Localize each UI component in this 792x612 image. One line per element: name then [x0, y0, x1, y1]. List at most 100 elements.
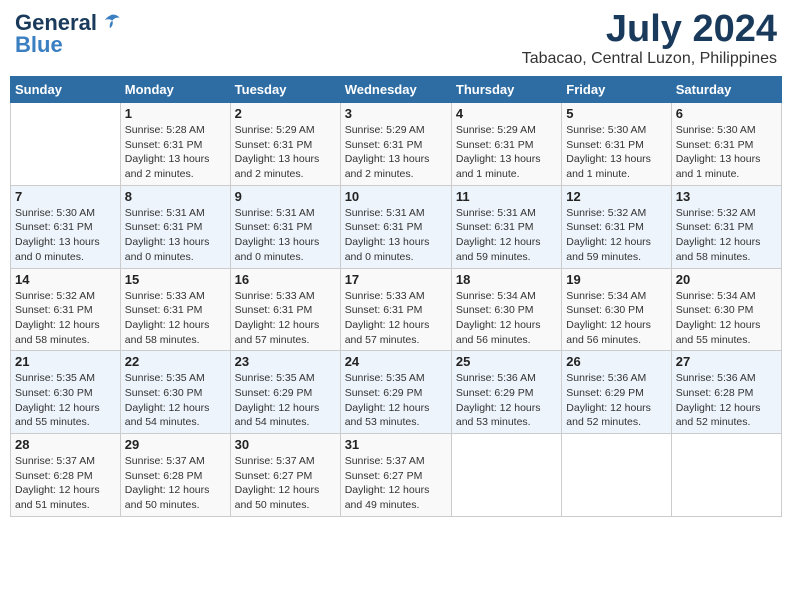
calendar-week-3: 14 Sunrise: 5:32 AMSunset: 6:31 PMDayligh… — [11, 268, 782, 351]
calendar-cell: 17Sunrise: 5:33 AMSunset: 6:31 PMDayligh… — [340, 268, 451, 351]
calendar-cell: 4Sunrise: 5:29 AMSunset: 6:31 PMDaylight… — [451, 103, 561, 186]
subtitle: Tabacao, Central Luzon, Philippines — [522, 50, 777, 68]
day-info: Sunrise: 5:35 AMSunset: 6:29 PMDaylight:… — [345, 371, 447, 430]
day-info: Sunrise: 5:30 AMSunset: 6:31 PMDaylight:… — [15, 206, 116, 265]
calendar-cell: 22 Sunrise: 5:35 AMSunset: 6:30 PMDayligh… — [120, 351, 230, 434]
day-number: 30 — [235, 437, 336, 452]
logo-bird-icon — [99, 12, 121, 34]
day-number: 11 — [456, 189, 557, 204]
calendar-week-5: 28 Sunrise: 5:37 AMSunset: 6:28 PMDayligh… — [11, 434, 782, 517]
calendar-cell — [451, 434, 561, 517]
day-info: Sunrise: 5:28 AMSunset: 6:31 PMDaylight:… — [125, 123, 226, 182]
calendar-cell: 12 Sunrise: 5:32 AMSunset: 6:31 PMDayligh… — [562, 185, 671, 268]
day-info: Sunrise: 5:37 AMSunset: 6:27 PMDaylight:… — [235, 454, 336, 513]
calendar-cell: 20 Sunrise: 5:34 AMSunset: 6:30 PMDayligh… — [671, 268, 781, 351]
calendar-header-thursday: Thursday — [451, 77, 561, 103]
day-info: Sunrise: 5:35 AMSunset: 6:30 PMDaylight:… — [125, 371, 226, 430]
calendar-cell: 3 Sunrise: 5:29 AMSunset: 6:31 PMDaylight… — [340, 103, 451, 186]
calendar-cell: 21 Sunrise: 5:35 AMSunset: 6:30 PMDayligh… — [11, 351, 121, 434]
day-info: Sunrise: 5:32 AMSunset: 6:31 PMDaylight:… — [566, 206, 666, 265]
day-info: Sunrise: 5:34 AMSunset: 6:30 PMDaylight:… — [566, 289, 666, 348]
day-number: 25 — [456, 354, 557, 369]
day-info: Sunrise: 5:30 AMSunset: 6:31 PMDaylight:… — [566, 123, 666, 182]
calendar-header-tuesday: Tuesday — [230, 77, 340, 103]
day-number: 8 — [125, 189, 226, 204]
day-info: Sunrise: 5:34 AMSunset: 6:30 PMDaylight:… — [676, 289, 777, 348]
calendar-cell: 25 Sunrise: 5:36 AMSunset: 6:29 PMDayligh… — [451, 351, 561, 434]
day-number: 12 — [566, 189, 666, 204]
day-info: Sunrise: 5:33 AMSunset: 6:31 PMDaylight:… — [235, 289, 336, 348]
calendar-cell: 10 Sunrise: 5:31 AMSunset: 6:31 PMDayligh… — [340, 185, 451, 268]
day-info: Sunrise: 5:30 AMSunset: 6:31 PMDaylight:… — [676, 123, 777, 182]
calendar-week-1: 1 Sunrise: 5:28 AMSunset: 6:31 PMDaylight… — [11, 103, 782, 186]
day-info: Sunrise: 5:34 AMSunset: 6:30 PMDaylight:… — [456, 289, 557, 348]
day-number: 27 — [676, 354, 777, 369]
calendar-cell: 18 Sunrise: 5:34 AMSunset: 6:30 PMDayligh… — [451, 268, 561, 351]
day-number: 5 — [566, 106, 666, 121]
day-info: Sunrise: 5:36 AMSunset: 6:29 PMDaylight:… — [566, 371, 666, 430]
day-number: 18 — [456, 272, 557, 287]
day-info: Sunrise: 5:37 AMSunset: 6:28 PMDaylight:… — [125, 454, 226, 513]
calendar-header-monday: Monday — [120, 77, 230, 103]
day-number: 15 — [125, 272, 226, 287]
day-info: Sunrise: 5:33 AMSunset: 6:31 PMDaylight:… — [125, 289, 226, 348]
day-number: 31 — [345, 437, 447, 452]
calendar-week-2: 7Sunrise: 5:30 AMSunset: 6:31 PMDaylight… — [11, 185, 782, 268]
day-number: 1 — [125, 106, 226, 121]
calendar-cell: 31 Sunrise: 5:37 AMSunset: 6:27 PMDayligh… — [340, 434, 451, 517]
calendar-header-sunday: Sunday — [11, 77, 121, 103]
calendar-cell: 14 Sunrise: 5:32 AMSunset: 6:31 PMDayligh… — [11, 268, 121, 351]
day-info: Sunrise: 5:36 AMSunset: 6:29 PMDaylight:… — [456, 371, 557, 430]
calendar-cell: 7Sunrise: 5:30 AMSunset: 6:31 PMDaylight… — [11, 185, 121, 268]
calendar-cell: 29Sunrise: 5:37 AMSunset: 6:28 PMDayligh… — [120, 434, 230, 517]
day-number: 6 — [676, 106, 777, 121]
calendar-cell: 23 Sunrise: 5:35 AMSunset: 6:29 PMDayligh… — [230, 351, 340, 434]
day-info: Sunrise: 5:31 AMSunset: 6:31 PMDaylight:… — [456, 206, 557, 265]
day-number: 10 — [345, 189, 447, 204]
calendar-cell: 16Sunrise: 5:33 AMSunset: 6:31 PMDayligh… — [230, 268, 340, 351]
title-section: July 2024 Tabacao, Central Luzon, Philip… — [522, 10, 777, 68]
calendar-cell: 6 Sunrise: 5:30 AMSunset: 6:31 PMDaylight… — [671, 103, 781, 186]
day-number: 26 — [566, 354, 666, 369]
day-number: 28 — [15, 437, 116, 452]
day-info: Sunrise: 5:29 AMSunset: 6:31 PMDaylight:… — [456, 123, 557, 182]
calendar-cell: 13Sunrise: 5:32 AMSunset: 6:31 PMDayligh… — [671, 185, 781, 268]
day-number: 13 — [676, 189, 777, 204]
day-info: Sunrise: 5:33 AMSunset: 6:31 PMDaylight:… — [345, 289, 447, 348]
calendar-table: SundayMondayTuesdayWednesdayThursdayFrid… — [10, 76, 782, 517]
day-number: 20 — [676, 272, 777, 287]
day-number: 22 — [125, 354, 226, 369]
calendar-cell — [11, 103, 121, 186]
calendar-header-friday: Friday — [562, 77, 671, 103]
day-info: Sunrise: 5:35 AMSunset: 6:29 PMDaylight:… — [235, 371, 336, 430]
day-number: 23 — [235, 354, 336, 369]
calendar-cell: 26 Sunrise: 5:36 AMSunset: 6:29 PMDayligh… — [562, 351, 671, 434]
calendar-cell — [562, 434, 671, 517]
calendar-cell: 28Sunrise: 5:37 AMSunset: 6:28 PMDayligh… — [11, 434, 121, 517]
calendar-cell: 30 Sunrise: 5:37 AMSunset: 6:27 PMDayligh… — [230, 434, 340, 517]
day-number: 14 — [15, 272, 116, 287]
calendar-cell: 2Sunrise: 5:29 AMSunset: 6:31 PMDaylight… — [230, 103, 340, 186]
calendar-cell: 27 Sunrise: 5:36 AMSunset: 6:28 PMDayligh… — [671, 351, 781, 434]
calendar-cell: 15 Sunrise: 5:33 AMSunset: 6:31 PMDayligh… — [120, 268, 230, 351]
calendar-cell: 19Sunrise: 5:34 AMSunset: 6:30 PMDayligh… — [562, 268, 671, 351]
day-number: 24 — [345, 354, 447, 369]
calendar-header-row: SundayMondayTuesdayWednesdayThursdayFrid… — [11, 77, 782, 103]
logo: General Blue — [15, 10, 121, 58]
day-info: Sunrise: 5:29 AMSunset: 6:31 PMDaylight:… — [345, 123, 447, 182]
day-number: 21 — [15, 354, 116, 369]
calendar-week-4: 21 Sunrise: 5:35 AMSunset: 6:30 PMDayligh… — [11, 351, 782, 434]
calendar-cell: 11 Sunrise: 5:31 AMSunset: 6:31 PMDayligh… — [451, 185, 561, 268]
main-title: July 2024 — [522, 10, 777, 48]
day-info: Sunrise: 5:36 AMSunset: 6:28 PMDaylight:… — [676, 371, 777, 430]
day-info: Sunrise: 5:37 AMSunset: 6:27 PMDaylight:… — [345, 454, 447, 513]
day-info: Sunrise: 5:35 AMSunset: 6:30 PMDaylight:… — [15, 371, 116, 430]
day-number: 3 — [345, 106, 447, 121]
day-info: Sunrise: 5:32 AMSunset: 6:31 PMDaylight:… — [15, 289, 116, 348]
day-info: Sunrise: 5:31 AMSunset: 6:31 PMDaylight:… — [125, 206, 226, 265]
calendar-cell — [671, 434, 781, 517]
day-info: Sunrise: 5:31 AMSunset: 6:31 PMDaylight:… — [345, 206, 447, 265]
day-number: 9 — [235, 189, 336, 204]
page-header: General Blue July 2024 Tabacao, Central … — [10, 10, 782, 68]
calendar-cell: 5 Sunrise: 5:30 AMSunset: 6:31 PMDaylight… — [562, 103, 671, 186]
